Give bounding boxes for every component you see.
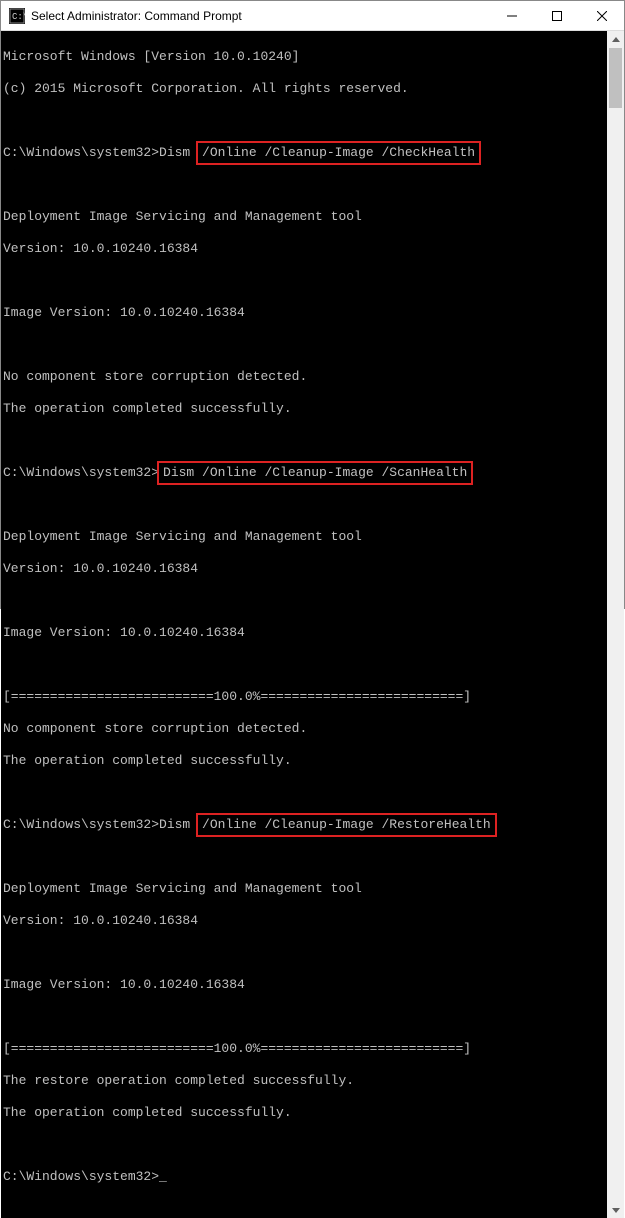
- close-button[interactable]: [579, 1, 624, 30]
- window-controls: [489, 1, 624, 30]
- output-line: No component store corruption detected.: [3, 721, 605, 737]
- command-line: C:\Windows\system32>Dism /Online /Cleanu…: [3, 817, 605, 833]
- prompt-line: C:\Windows\system32>_: [3, 1169, 605, 1185]
- scroll-up-arrow[interactable]: [607, 31, 624, 48]
- output-line: Deployment Image Servicing and Managemen…: [3, 529, 605, 545]
- window-title: Select Administrator: Command Prompt: [31, 9, 489, 23]
- output-line: [3, 1009, 605, 1025]
- highlighted-command: /Online /Cleanup-Image /CheckHealth: [196, 141, 481, 165]
- maximize-button[interactable]: [534, 1, 579, 30]
- output-line: [3, 113, 605, 129]
- output-line: Image Version: 10.0.10240.16384: [3, 977, 605, 993]
- output-line: [3, 337, 605, 353]
- cmd-icon: C:\: [9, 8, 25, 24]
- cursor: _: [159, 1169, 167, 1184]
- output-line: Deployment Image Servicing and Managemen…: [3, 209, 605, 225]
- output-line: [3, 273, 605, 289]
- scroll-down-arrow[interactable]: [607, 1202, 624, 1218]
- output-line: [3, 1137, 605, 1153]
- scroll-thumb[interactable]: [609, 48, 622, 108]
- output-line: Version: 10.0.10240.16384: [3, 913, 605, 929]
- output-line: The restore operation completed successf…: [3, 1073, 605, 1089]
- output-line: [==========================100.0%=======…: [3, 689, 605, 705]
- output-line: [3, 657, 605, 673]
- output-line: The operation completed successfully.: [3, 1105, 605, 1121]
- highlighted-command: Dism /Online /Cleanup-Image /ScanHealth: [157, 461, 473, 485]
- svg-text:C:\: C:\: [12, 12, 25, 22]
- output-line: [3, 177, 605, 193]
- output-line: [3, 497, 605, 513]
- output-line: [3, 433, 605, 449]
- output-line: [3, 593, 605, 609]
- output-line: [3, 785, 605, 801]
- highlighted-command: /Online /Cleanup-Image /RestoreHealth: [196, 813, 497, 837]
- output-line: Version: 10.0.10240.16384: [3, 241, 605, 257]
- window-body: Microsoft Windows [Version 10.0.10240] (…: [1, 31, 624, 1218]
- output-line: The operation completed successfully.: [3, 401, 605, 417]
- command-prompt-window: C:\ Select Administrator: Command Prompt…: [0, 0, 625, 609]
- output-line: [==========================100.0%=======…: [3, 1041, 605, 1057]
- output-line: Image Version: 10.0.10240.16384: [3, 625, 605, 641]
- minimize-button[interactable]: [489, 1, 534, 30]
- vertical-scrollbar[interactable]: [607, 31, 624, 1218]
- command-line: C:\Windows\system32>Dism /Online /Cleanu…: [3, 465, 605, 481]
- output-line: [3, 945, 605, 961]
- output-line: Deployment Image Servicing and Managemen…: [3, 881, 605, 897]
- output-line: Image Version: 10.0.10240.16384: [3, 305, 605, 321]
- output-line: The operation completed successfully.: [3, 753, 605, 769]
- output-line: No component store corruption detected.: [3, 369, 605, 385]
- titlebar[interactable]: C:\ Select Administrator: Command Prompt: [1, 1, 624, 31]
- terminal-output[interactable]: Microsoft Windows [Version 10.0.10240] (…: [1, 31, 607, 1218]
- output-line: [3, 849, 605, 865]
- command-line: C:\Windows\system32>Dism /Online /Cleanu…: [3, 145, 605, 161]
- output-line: Microsoft Windows [Version 10.0.10240]: [3, 49, 605, 65]
- output-line: Version: 10.0.10240.16384: [3, 561, 605, 577]
- output-line: (c) 2015 Microsoft Corporation. All righ…: [3, 81, 605, 97]
